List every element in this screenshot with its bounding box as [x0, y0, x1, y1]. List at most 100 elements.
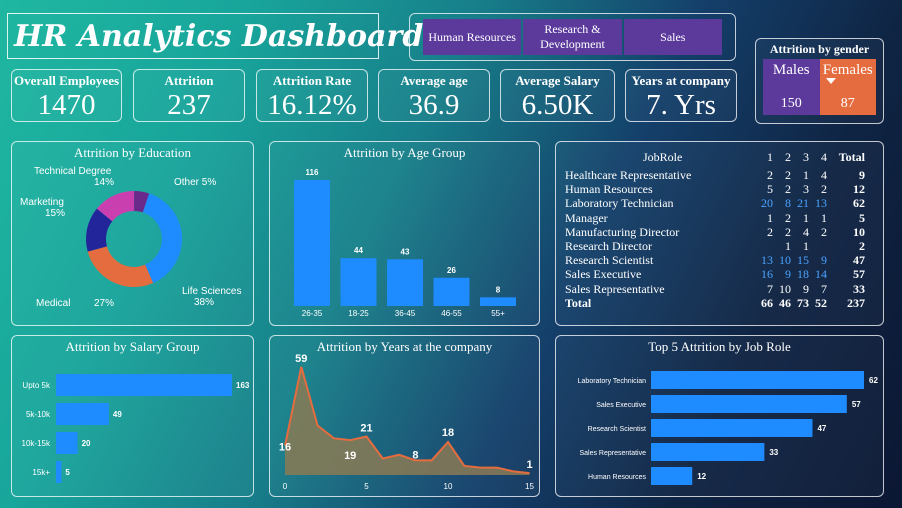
jobrole-matrix-panel: JobRole 1 2 3 4 Total Healthcare Represe…	[555, 141, 884, 326]
education-donut-chart: Life Sciences38% Medical 27% Marketing15% Te…	[20, 166, 241, 309]
kpi-attrition-rate: Attrition Rate 16.12%	[256, 69, 368, 122]
table-total-row: Total 66 46 73 52 237	[565, 296, 865, 310]
total-cell: 47	[853, 253, 865, 268]
kpi-value: 16.12%	[267, 89, 357, 121]
value-cell: 73	[797, 295, 809, 310]
value-cell: 5	[767, 182, 773, 197]
role-cell: Manufacturing Director	[565, 224, 680, 239]
females-column[interactable]: Females 87	[819, 59, 876, 115]
age-tick-label: 55+	[491, 309, 505, 318]
value-cell: 20	[761, 196, 773, 211]
salary-bar	[56, 461, 62, 483]
value-cell: 66	[761, 295, 773, 310]
value-cell	[809, 239, 827, 253]
value-cell: 9	[821, 253, 827, 268]
age-bar-label: 44	[354, 246, 363, 255]
kpi-label: Average Salary	[515, 73, 600, 88]
total-cell: 33	[853, 281, 865, 296]
kpi-value: 1470	[37, 89, 96, 121]
males-column[interactable]: Males 150	[763, 59, 820, 115]
kpi-value: 36.9	[408, 89, 460, 121]
age-group-bar-chart: 116 26-35 44 18-25 43 36-45 26 46-55 8 55+	[294, 168, 516, 318]
role-cell: Research Director	[565, 239, 652, 254]
slice-percent: 14%	[94, 177, 114, 188]
table-row: Sales Executive 16 9 18 14 57	[565, 267, 865, 281]
salary-bar	[56, 432, 78, 454]
table-row: Sales Representative 7 10 9 7 33	[565, 282, 865, 296]
kpi-label: Attrition Rate	[272, 73, 352, 88]
age-bar	[387, 259, 423, 306]
slice-percent: 15%	[45, 208, 65, 219]
salary-bar-label: 20	[82, 439, 91, 448]
age-tick-label: 18-25	[348, 309, 369, 318]
dashboard-title: HR Analytics Dashboard	[14, 19, 424, 54]
total-cell: 62	[853, 196, 865, 211]
role-cell: Manager	[565, 210, 608, 225]
jobrole-tick-label: Laboratory Technician	[578, 378, 646, 385]
role-cell: Laboratory Technician	[565, 196, 674, 211]
slicer-sales[interactable]: Sales	[623, 19, 722, 55]
value-cell	[755, 239, 773, 253]
age-bar-label: 8	[496, 285, 501, 294]
age-bar-label: 26	[447, 266, 456, 275]
salary-group-panel: Attrition by Salary Group 163 Upto 5k 49 5k…	[11, 335, 254, 497]
kpi-years-at-company: Years at company 7. Yrs	[625, 69, 737, 122]
salary-tick-label: 15k+	[32, 468, 50, 477]
salary-group-bar-chart: 163 Upto 5k 49 5k-10k 20 10k-15k 5 15k+	[22, 374, 250, 483]
slicer-research-development[interactable]: Research & Development	[523, 19, 622, 55]
males-value: 150	[780, 96, 802, 111]
years-point-label: 21	[360, 423, 372, 435]
jobrole-bar	[651, 395, 847, 413]
value-cell: 21	[797, 196, 809, 211]
age-tick-label: 46-55	[441, 309, 462, 318]
jobrole-bar-label: 47	[817, 424, 826, 433]
salary-bar-label: 163	[236, 381, 250, 390]
value-cell: 1	[803, 239, 809, 254]
jobrole-tick-label: Sales Executive	[596, 402, 646, 409]
value-cell: 1	[821, 210, 827, 225]
kpi-average-salary: Average Salary 6.50K	[500, 69, 615, 122]
value-cell: 13	[815, 196, 827, 211]
jobrole-bar-label: 12	[697, 472, 706, 481]
jobrole-bar-label: 57	[852, 400, 861, 409]
value-cell: 52	[815, 295, 827, 310]
kpi-value: 6.50K	[521, 89, 594, 121]
total-cell: 10	[853, 224, 865, 239]
value-cell: 4	[821, 168, 827, 183]
jobrole-bar-label: 62	[869, 376, 878, 385]
total-cell: 5	[859, 210, 865, 225]
slicer-human-resources[interactable]: Human Resources	[423, 19, 522, 55]
gender-card-title: Attrition by gender	[769, 42, 870, 56]
kpi-label: Overall Employees	[13, 73, 120, 88]
age-bar-label: 43	[401, 247, 410, 256]
value-cell: 14	[815, 267, 827, 282]
value-cell: 2	[785, 182, 791, 197]
years-point-label: 18	[442, 427, 454, 439]
total-cell: 57	[853, 267, 865, 282]
jobrole-tick-label: Research Scientist	[588, 426, 646, 433]
total-cell: 12	[853, 182, 865, 197]
donut-slice	[87, 246, 154, 287]
table-row: Research Director 1 1 2	[565, 239, 865, 253]
value-cell: 2	[821, 182, 827, 197]
slice-label: Marketing	[20, 197, 64, 208]
salary-tick-label: 10k-15k	[22, 439, 51, 448]
total-header: Total	[838, 150, 865, 164]
table-row: Laboratory Technician 20 8 21 13 62	[565, 196, 865, 210]
slice-label: Life Sciences	[182, 286, 241, 297]
years-panel: Attrition by Years at the company 16 59 19…	[269, 335, 540, 497]
role-cell: Research Scientist	[565, 253, 654, 268]
kpi-label: Average age	[400, 73, 468, 88]
salary-tick-label: Upto 5k	[22, 381, 51, 390]
age-group-panel: Attrition by Age Group 116 26-35 44 18-25 43…	[269, 141, 540, 326]
value-cell: 8	[785, 196, 791, 211]
sort-arrow-icon	[825, 78, 836, 84]
value-cell: 46	[779, 295, 791, 310]
total-cell: 9	[859, 168, 865, 183]
jobrole-header: JobRole	[643, 150, 683, 164]
jobrole-bar-label: 33	[769, 448, 778, 457]
years-area-chart: 1659192181810 5 10 15	[279, 353, 535, 491]
value-cell: 1	[803, 210, 809, 225]
dashboard-title-box: HR Analytics Dashboard	[7, 13, 424, 59]
slice-label: Technical Degree	[34, 166, 112, 177]
